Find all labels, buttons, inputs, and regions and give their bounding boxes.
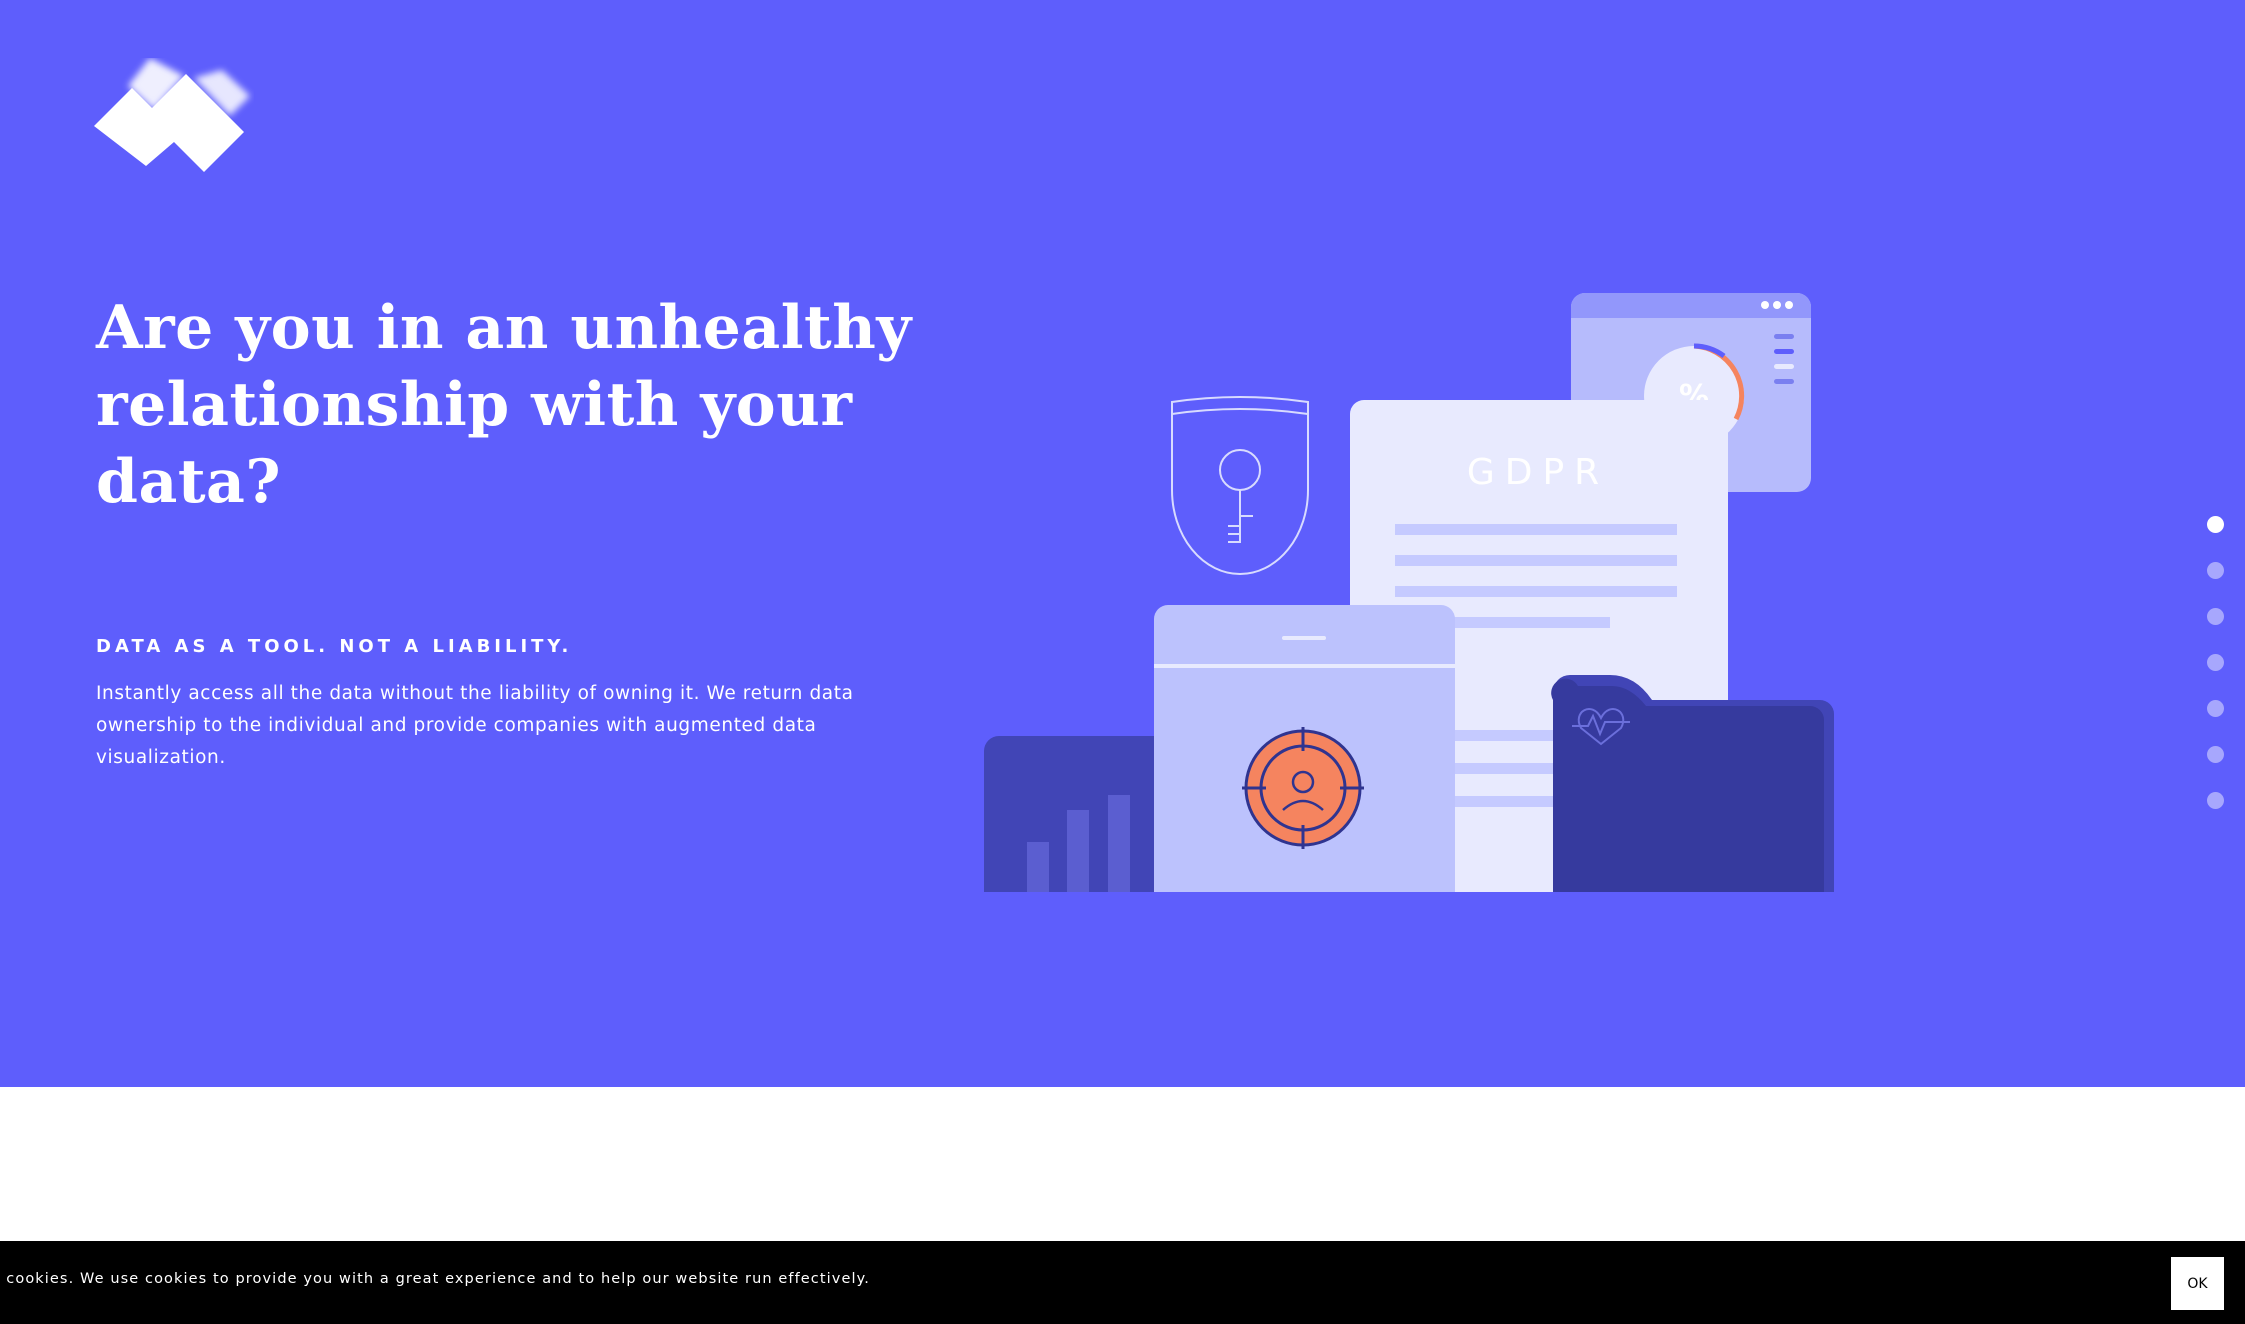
health-folder — [1551, 675, 1834, 892]
section-dot-6[interactable] — [2207, 746, 2224, 763]
section-dot-2[interactable] — [2207, 562, 2224, 579]
hero-description: Instantly access all the data without th… — [96, 683, 854, 768]
tablet-target — [1154, 605, 1455, 892]
section-dot-7[interactable] — [2207, 792, 2224, 809]
cookie-banner: se of cookies. We use cookies to provide… — [0, 1241, 2245, 1324]
section-dot-5[interactable] — [2207, 700, 2224, 717]
gdpr-document-title: GDPR — [1467, 452, 1609, 493]
hero-headline: Are you in an unhealthy relationship wit… — [96, 293, 912, 517]
section-dot-4[interactable] — [2207, 654, 2224, 671]
brand-logo-icon[interactable] — [94, 58, 254, 176]
cookie-ok-button[interactable]: OK — [2171, 1257, 2224, 1310]
hero-illustration: % GDPR — [984, 293, 1834, 892]
cookie-banner-text: se of cookies. We use cookies to provide… — [0, 1271, 870, 1287]
section-nav-dots — [2207, 516, 2225, 816]
section-dot-1[interactable] — [2207, 516, 2224, 533]
section-dot-3[interactable] — [2207, 608, 2224, 625]
hero-tagline: DATA AS A TOOL. NOT A LIABILITY. — [96, 636, 573, 657]
bar-chart-card — [984, 736, 1155, 892]
shield-key-icon — [1171, 396, 1309, 575]
hero-section: Are you in an unhealthy relationship wit… — [0, 0, 2245, 1087]
